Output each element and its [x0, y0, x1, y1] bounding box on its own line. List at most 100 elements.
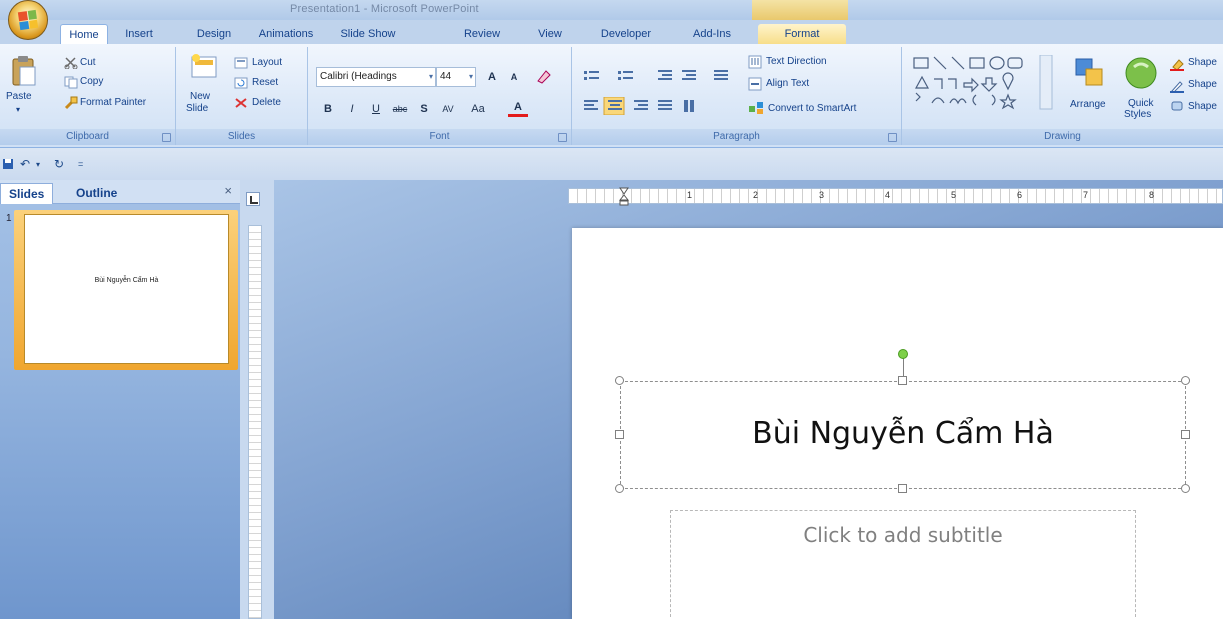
list-buttons-icon[interactable]: [582, 67, 742, 85]
clear-formatting-icon[interactable]: [534, 67, 554, 87]
drawing-label: Drawing: [902, 129, 1223, 145]
reset-button[interactable]: Reset: [252, 77, 278, 88]
repeat-icon[interactable]: ↻: [54, 157, 64, 171]
shape-effects-button[interactable]: Shape: [1188, 101, 1217, 112]
tab-developer[interactable]: Developer: [594, 24, 658, 44]
font-color-button[interactable]: A: [508, 97, 528, 117]
ruler-mark-8: 8: [1149, 190, 1155, 200]
slide-thumbnail[interactable]: Bùi Nguyễn Cẩm Hà: [24, 214, 229, 364]
shape-outline-button[interactable]: Shape: [1188, 79, 1217, 90]
align-text-icon: [748, 77, 762, 91]
resize-handle-bottom-left[interactable]: [615, 484, 624, 493]
tab-home[interactable]: Home: [60, 24, 108, 44]
title-placeholder[interactable]: Bùi Nguyễn Cẩm Hà: [620, 381, 1186, 489]
shape-fill-icon: [1170, 59, 1184, 71]
drawing-tools-context: [752, 0, 848, 22]
arrange-icon[interactable]: [1072, 55, 1108, 91]
smartart-icon: [749, 102, 763, 114]
undo-dropdown-icon[interactable]: ▾: [36, 160, 40, 169]
strikethrough-button[interactable]: abc: [390, 99, 410, 119]
font-name-combo[interactable]: Calibri (Headings ▾: [316, 67, 436, 87]
paste-button[interactable]: Paste: [6, 91, 32, 102]
tab-slide-show[interactable]: Slide Show: [336, 24, 400, 44]
new-slide-button[interactable]: New: [190, 91, 210, 102]
layout-button[interactable]: Layout: [252, 57, 282, 68]
quick-styles-button[interactable]: Quick: [1128, 98, 1154, 109]
cut-button[interactable]: Cut: [80, 57, 96, 68]
resize-handle-bottom[interactable]: [898, 484, 907, 493]
align-text-button[interactable]: Align Text: [766, 78, 809, 89]
font-launcher[interactable]: [558, 133, 567, 142]
bold-button[interactable]: B: [318, 99, 338, 119]
resize-handle-top-right[interactable]: [1181, 376, 1190, 385]
shrink-font-button[interactable]: A: [504, 67, 524, 87]
convert-to-smartart-button[interactable]: Convert to SmartArt: [768, 103, 856, 114]
format-painter-button[interactable]: Format Painter: [80, 97, 146, 108]
rotation-handle[interactable]: [898, 349, 908, 359]
tab-slides[interactable]: Slides: [0, 183, 54, 204]
arrange-button[interactable]: Arrange: [1070, 99, 1106, 110]
slide-title[interactable]: Bùi Nguyễn Cẩm Hà: [621, 416, 1185, 451]
quick-styles-label[interactable]: Styles: [1124, 109, 1151, 120]
alignment-buttons-icon[interactable]: [582, 97, 742, 115]
delete-icon: [235, 98, 247, 108]
save-icon[interactable]: [2, 158, 14, 170]
change-case-button[interactable]: Aa: [468, 99, 488, 119]
paste-icon[interactable]: [10, 55, 38, 89]
text-direction-button[interactable]: Text Direction: [766, 56, 827, 67]
tab-animations[interactable]: Animations: [254, 24, 318, 44]
tab-format[interactable]: Format: [758, 24, 846, 44]
shapes-gallery-icon[interactable]: [912, 55, 1058, 111]
tab-add-ins[interactable]: Add-Ins: [688, 24, 736, 44]
font-size-combo[interactable]: 44 ▾: [436, 67, 476, 87]
subtitle-placeholder[interactable]: Click to add subtitle: [670, 510, 1136, 619]
paragraph-launcher[interactable]: [888, 133, 897, 142]
undo-icon[interactable]: ↶: [20, 157, 30, 171]
text-direction-icon: [748, 55, 762, 69]
tab-selector-icon[interactable]: [246, 192, 260, 206]
new-slide-icon[interactable]: [190, 53, 220, 81]
shape-outline-icon: [1170, 81, 1184, 93]
shadow-button[interactable]: S: [414, 99, 434, 119]
paste-dropdown-icon[interactable]: ▾: [16, 105, 20, 114]
resize-handle-left[interactable]: [615, 430, 624, 439]
thumbnail-title: Bùi Nguyễn Cẩm Hà: [94, 277, 159, 284]
resize-handle-bottom-right[interactable]: [1181, 484, 1190, 493]
office-button[interactable]: [8, 0, 48, 40]
font-size-value: 44: [440, 71, 452, 82]
tab-insert[interactable]: Insert: [118, 24, 160, 44]
new-slide-label[interactable]: Slide: [186, 103, 208, 114]
font-group: Calibri (Headings ▾ 44 ▾ A A B I U abc S A…: [308, 47, 572, 145]
delete-button[interactable]: Delete: [252, 97, 281, 108]
customize-qat-icon[interactable]: =: [78, 159, 83, 169]
resize-handle-top[interactable]: [898, 376, 907, 385]
underline-button[interactable]: U: [366, 99, 386, 119]
shape-fill-button[interactable]: Shape: [1188, 57, 1217, 68]
vertical-ruler: [248, 225, 262, 619]
powerpoint-window: Presentation1 - Microsoft PowerPoint Hom…: [0, 0, 1223, 619]
character-spacing-button[interactable]: AV: [438, 99, 458, 119]
shape-effects-icon: [1171, 101, 1183, 111]
quick-access-toolbar: ↶ ▾ ↻ =: [0, 148, 1223, 180]
tab-review[interactable]: Review: [460, 24, 504, 44]
slide-canvas[interactable]: Bùi Nguyễn Cẩm Hà Click to add subtitle: [572, 228, 1223, 619]
indent-marker-icon[interactable]: [619, 187, 629, 207]
resize-handle-right[interactable]: [1181, 430, 1190, 439]
ribbon-tabs: Home Insert Design Animations Slide Show…: [0, 20, 1223, 44]
font-label: Font: [308, 129, 571, 145]
tab-design[interactable]: Design: [192, 24, 236, 44]
tab-outline[interactable]: Outline: [68, 183, 125, 204]
close-pane-icon[interactable]: ×: [224, 183, 232, 198]
ribbon: Paste ▾ Cut Copy Format Painter Clipboar…: [0, 44, 1223, 148]
grow-font-button[interactable]: A: [482, 67, 502, 87]
reset-icon: [234, 77, 248, 89]
subtitle-prompt[interactable]: Click to add subtitle: [671, 523, 1135, 547]
italic-button[interactable]: I: [342, 99, 362, 119]
tab-view[interactable]: View: [534, 24, 566, 44]
copy-icon: [64, 76, 78, 89]
quick-styles-icon[interactable]: [1124, 53, 1158, 93]
resize-handle-top-left[interactable]: [615, 376, 624, 385]
copy-button[interactable]: Copy: [80, 76, 103, 87]
clipboard-launcher[interactable]: [162, 133, 171, 142]
slide-thumbnail-selection[interactable]: Bùi Nguyễn Cẩm Hà: [14, 210, 238, 370]
